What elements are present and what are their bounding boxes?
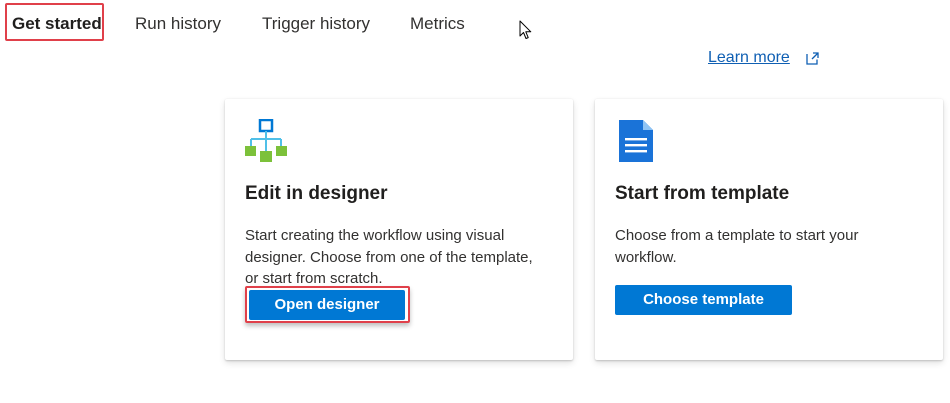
tab-get-started[interactable]: Get started — [12, 14, 102, 34]
card-title: Start from template — [615, 183, 790, 204]
tab-run-history[interactable]: Run history — [135, 14, 221, 34]
card-description: Start creating the workflow using visual… — [245, 227, 533, 287]
learn-more-link[interactable]: Learn more — [708, 49, 790, 67]
tab-bar: Get started Run history Trigger history … — [0, 0, 520, 48]
card-description: Choose from a template to start your wor… — [615, 227, 859, 266]
card-title: Edit in designer — [245, 183, 388, 204]
workflow-designer-icon — [245, 119, 287, 162]
edit-in-designer-card: Edit in designer Start creating the work… — [225, 99, 573, 360]
open-designer-button[interactable]: Open designer — [249, 290, 405, 320]
page: Get started Run history Trigger history … — [0, 0, 950, 403]
start-from-template-card: Start from template Choose from a templa… — [595, 99, 943, 360]
document-template-icon — [619, 120, 653, 162]
tab-trigger-history[interactable]: Trigger history — [262, 14, 370, 34]
mouse-cursor-icon — [519, 20, 532, 39]
external-link-icon[interactable] — [805, 51, 820, 66]
choose-template-button[interactable]: Choose template — [615, 285, 792, 315]
tab-metrics[interactable]: Metrics — [410, 14, 465, 34]
